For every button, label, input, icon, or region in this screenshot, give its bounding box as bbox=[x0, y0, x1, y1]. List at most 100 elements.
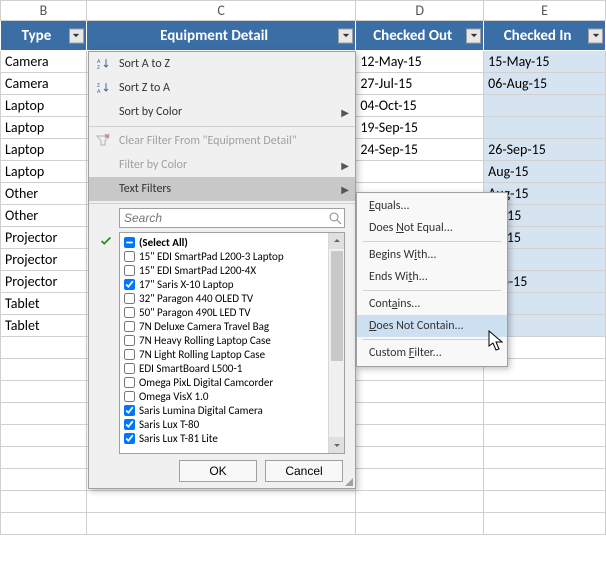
filter-not-equal[interactable]: Does Not Equal... bbox=[357, 217, 507, 239]
empty-cell[interactable] bbox=[356, 447, 484, 469]
empty-cell[interactable] bbox=[484, 447, 606, 469]
filter-checkbox[interactable] bbox=[124, 377, 135, 388]
filter-checkbox[interactable] bbox=[124, 405, 135, 416]
filter-checkbox[interactable] bbox=[124, 251, 135, 262]
cell-in[interactable]: 06-Aug-15 bbox=[484, 73, 606, 95]
filter-item[interactable]: 7N Light Rolling Laptop Case bbox=[124, 347, 344, 361]
filter-checkbox[interactable] bbox=[124, 349, 135, 360]
filter-item[interactable]: Saris Lux T-80 bbox=[124, 417, 344, 431]
filter-item[interactable]: 17" Saris X-10 Laptop bbox=[124, 277, 344, 291]
filter-item[interactable]: 50" Paragon 490L LED TV bbox=[124, 305, 344, 319]
filter-checkbox[interactable] bbox=[124, 279, 135, 290]
filter-checkbox[interactable] bbox=[124, 335, 135, 346]
filter-checkbox[interactable] bbox=[124, 321, 135, 332]
empty-cell[interactable] bbox=[484, 491, 606, 513]
empty-cell[interactable] bbox=[1, 425, 87, 447]
filter-checkbox[interactable] bbox=[124, 293, 135, 304]
sort-za[interactable]: ZA Sort Z to A bbox=[89, 76, 355, 100]
empty-cell[interactable] bbox=[1, 469, 87, 491]
filter-item[interactable]: Omega PixL Digital Camcorder bbox=[124, 375, 344, 389]
empty-cell[interactable] bbox=[1, 403, 87, 425]
scroll-up-icon[interactable] bbox=[329, 233, 345, 249]
cell-out[interactable] bbox=[356, 161, 484, 183]
filter-item[interactable]: 15" EDI SmartPad L200-3 Laptop bbox=[124, 249, 344, 263]
empty-cell[interactable] bbox=[86, 491, 355, 513]
filter-item[interactable]: EDI SmartBoard L500-1 bbox=[124, 361, 344, 375]
filter-checkbox[interactable] bbox=[124, 237, 135, 248]
filter-checkbox[interactable] bbox=[124, 265, 135, 276]
empty-cell[interactable] bbox=[1, 447, 87, 469]
cell-out[interactable]: 04-Oct-15 bbox=[356, 95, 484, 117]
empty-cell[interactable] bbox=[356, 381, 484, 403]
header-out[interactable]: Checked Out bbox=[356, 21, 484, 51]
cancel-button[interactable]: Cancel bbox=[265, 460, 343, 482]
filter-icon[interactable] bbox=[338, 28, 353, 43]
cell-in[interactable] bbox=[484, 117, 606, 139]
cell-type[interactable]: Other bbox=[1, 183, 87, 205]
cell-type[interactable]: Projector bbox=[1, 249, 87, 271]
empty-cell[interactable] bbox=[356, 513, 484, 535]
filter-icon[interactable] bbox=[466, 28, 481, 43]
filter-item[interactable]: (Select All) bbox=[124, 235, 344, 249]
col-header-d[interactable]: D bbox=[356, 1, 484, 21]
col-header-c[interactable]: C bbox=[86, 1, 355, 21]
cell-type[interactable]: Laptop bbox=[1, 117, 87, 139]
filter-checkbox[interactable] bbox=[124, 391, 135, 402]
empty-cell[interactable] bbox=[1, 513, 87, 535]
empty-cell[interactable] bbox=[1, 381, 87, 403]
empty-cell[interactable] bbox=[484, 381, 606, 403]
empty-cell[interactable] bbox=[1, 491, 87, 513]
header-type[interactable]: Type bbox=[1, 21, 87, 51]
empty-cell[interactable] bbox=[356, 469, 484, 491]
text-filters[interactable]: Text Filters ▶ bbox=[89, 177, 355, 201]
cell-type[interactable]: Other bbox=[1, 205, 87, 227]
empty-cell[interactable] bbox=[1, 359, 87, 381]
scroll-thumb[interactable] bbox=[331, 251, 343, 361]
col-header-e[interactable]: E bbox=[484, 1, 606, 21]
empty-cell[interactable] bbox=[356, 403, 484, 425]
filter-item[interactable]: Omega VisX 1.0 bbox=[124, 389, 344, 403]
empty-cell[interactable] bbox=[484, 469, 606, 491]
filter-checkbox[interactable] bbox=[124, 433, 135, 444]
header-detail[interactable]: Equipment Detail bbox=[86, 21, 355, 51]
sort-by-color[interactable]: Sort by Color ▶ bbox=[89, 100, 355, 124]
filter-item[interactable]: 7N Deluxe Camera Travel Bag bbox=[124, 319, 344, 333]
empty-cell[interactable] bbox=[86, 513, 355, 535]
empty-cell[interactable] bbox=[356, 425, 484, 447]
resize-handle-icon[interactable] bbox=[345, 478, 353, 486]
search-input[interactable] bbox=[119, 208, 345, 228]
cell-out[interactable]: 27-Jul-15 bbox=[356, 73, 484, 95]
filter-begins-with[interactable]: Begins With... bbox=[357, 244, 507, 266]
cell-type[interactable]: Tablet bbox=[1, 293, 87, 315]
cell-in[interactable] bbox=[484, 95, 606, 117]
cell-in[interactable]: 26-Sep-15 bbox=[484, 139, 606, 161]
scroll-down-icon[interactable] bbox=[329, 437, 345, 453]
cell-out[interactable]: 12-May-15 bbox=[356, 51, 484, 73]
filter-item[interactable]: 32" Paragon 440 OLED TV bbox=[124, 291, 344, 305]
sort-az[interactable]: AZ Sort A to Z bbox=[89, 52, 355, 76]
cell-type[interactable]: Laptop bbox=[1, 161, 87, 183]
filter-icon[interactable] bbox=[588, 28, 603, 43]
filter-item[interactable]: 7N Heavy Rolling Laptop Case bbox=[124, 333, 344, 347]
col-header-b[interactable]: B bbox=[1, 1, 87, 21]
cell-in[interactable]: Aug-15 bbox=[484, 161, 606, 183]
filter-ends-with[interactable]: Ends With... bbox=[357, 266, 507, 288]
empty-cell[interactable] bbox=[484, 425, 606, 447]
filter-custom[interactable]: Custom Filter... bbox=[357, 342, 507, 364]
cell-out[interactable]: 19-Sep-15 bbox=[356, 117, 484, 139]
cell-type[interactable]: Laptop bbox=[1, 95, 87, 117]
scrollbar[interactable] bbox=[328, 233, 344, 453]
filter-icon[interactable] bbox=[69, 28, 84, 43]
empty-cell[interactable] bbox=[356, 491, 484, 513]
cell-type[interactable]: Projector bbox=[1, 271, 87, 293]
cell-out[interactable]: 24-Sep-15 bbox=[356, 139, 484, 161]
filter-item[interactable]: 15" EDI SmartPad L200-4X bbox=[124, 263, 344, 277]
cell-type[interactable]: Projector bbox=[1, 227, 87, 249]
filter-contains[interactable]: Contains... bbox=[357, 293, 507, 315]
filter-checkbox[interactable] bbox=[124, 363, 135, 374]
cell-type[interactable]: Camera bbox=[1, 51, 87, 73]
filter-not-contain[interactable]: Does Not Contain... bbox=[357, 315, 507, 337]
cell-type[interactable]: Laptop bbox=[1, 139, 87, 161]
cell-type[interactable]: Camera bbox=[1, 73, 87, 95]
filter-item[interactable]: Saris Lux T-81 Lite bbox=[124, 431, 344, 445]
